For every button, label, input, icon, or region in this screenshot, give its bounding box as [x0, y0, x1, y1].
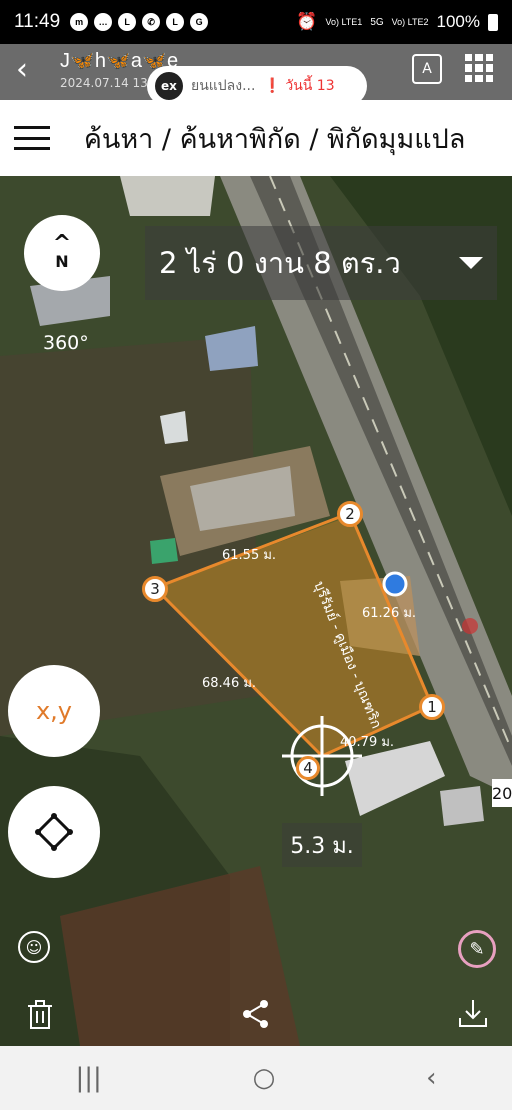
- ex-icon: ex: [153, 70, 185, 102]
- network-2: Vo) LTE2: [391, 17, 429, 27]
- grid-menu-icon[interactable]: [465, 54, 493, 82]
- area-selector[interactable]: 2 ไร่ 0 งาน 8 ตร.ว: [145, 226, 497, 300]
- battery-icon: [488, 13, 498, 31]
- polygon-tool-button[interactable]: [8, 786, 100, 878]
- line-icon: L: [166, 13, 185, 31]
- google-icon: G: [190, 13, 209, 31]
- trash-icon[interactable]: [22, 996, 58, 1032]
- chevron-down-icon: [459, 257, 483, 269]
- breadcrumb-bar: ค้นหา / ค้นหาพิกัด / พิกัดมุมแปล: [0, 100, 512, 176]
- system-back-button[interactable]: ‹: [426, 1063, 436, 1093]
- status-bar: 11:49 m … L ✆ L G ⏰ Vo) LTE1 5G Vo) LTE2…: [0, 0, 512, 44]
- pen-icon[interactable]: ✎: [458, 930, 496, 968]
- chat-icon: …: [94, 13, 113, 31]
- edge-label-east: 61.26 ม.: [362, 606, 417, 621]
- area-text: 2 ไร่ 0 งาน 8 ตร.ว: [159, 246, 401, 280]
- system-nav-bar: ||| ○ ‹: [0, 1046, 512, 1110]
- distance-readout: 5.3 ม.: [282, 823, 362, 867]
- polygon-shape-icon: [35, 813, 73, 851]
- smile-icon[interactable]: ☺: [18, 931, 50, 963]
- side-badge: 20: [492, 779, 512, 807]
- bottom-toolbar: [0, 990, 512, 1046]
- compass-button[interactable]: ^ N: [24, 215, 100, 291]
- breadcrumb: ค้นหา / ค้นหาพิกัด / พิกัดมุมแปล: [83, 123, 466, 155]
- edge-label-west: 68.46 ม.: [202, 676, 257, 691]
- coordinates-button[interactable]: x,y: [8, 665, 100, 757]
- chat-date: 2024.07.14 13: [60, 76, 148, 90]
- corner-marker-2[interactable]: 2: [337, 501, 363, 527]
- compass-label: N: [55, 251, 69, 271]
- corner-marker-1[interactable]: 1: [419, 694, 445, 720]
- line-icon: L: [118, 13, 137, 31]
- back-arrow-icon[interactable]: ‹: [16, 52, 28, 87]
- download-icon[interactable]: [455, 996, 491, 1032]
- scan-text-icon[interactable]: A: [412, 54, 442, 84]
- plot-overlay: [152, 511, 434, 796]
- network-1: Vo) LTE1: [325, 17, 363, 27]
- battery-text: 100%: [436, 12, 480, 31]
- notification-icons: m … L ✆ L G: [70, 13, 209, 31]
- today-text: ❗ วันนี้ 13: [263, 78, 335, 94]
- north-arrow-icon: ^: [52, 230, 72, 256]
- edge-label-south: 40.79 ม.: [340, 735, 395, 750]
- home-button[interactable]: ○: [253, 1063, 276, 1093]
- edge-label-north: 61.55 ม.: [222, 548, 277, 563]
- recent-apps-button[interactable]: |||: [75, 1063, 101, 1093]
- ex-notice-text: ยนแปลง...: [191, 78, 256, 94]
- status-right: ⏰ Vo) LTE1 5G Vo) LTE2 100%: [296, 12, 498, 32]
- signal-5g: 5G: [370, 16, 384, 28]
- map-view[interactable]: 1 2 3 4 61.55 ม. 61.26 ม. 68.46 ม. 40.79…: [0, 176, 512, 1046]
- alarm-icon: ⏰: [296, 12, 318, 31]
- status-time: 11:49: [14, 11, 61, 32]
- messenger-icon: m: [70, 13, 89, 31]
- app-header: ‹ J🦋h🦋a🦋e 2024.07.14 13 ex ยนแปลง... ❗ ว…: [0, 44, 512, 106]
- share-icon[interactable]: [238, 996, 274, 1032]
- phone-icon: ✆: [142, 13, 161, 31]
- corner-marker-3[interactable]: 3: [142, 576, 168, 602]
- coordinates-label: x,y: [35, 697, 73, 725]
- hamburger-menu-icon[interactable]: [14, 126, 50, 150]
- rotation-readout: 360°: [43, 332, 89, 354]
- corner-marker-4[interactable]: 4: [296, 756, 320, 780]
